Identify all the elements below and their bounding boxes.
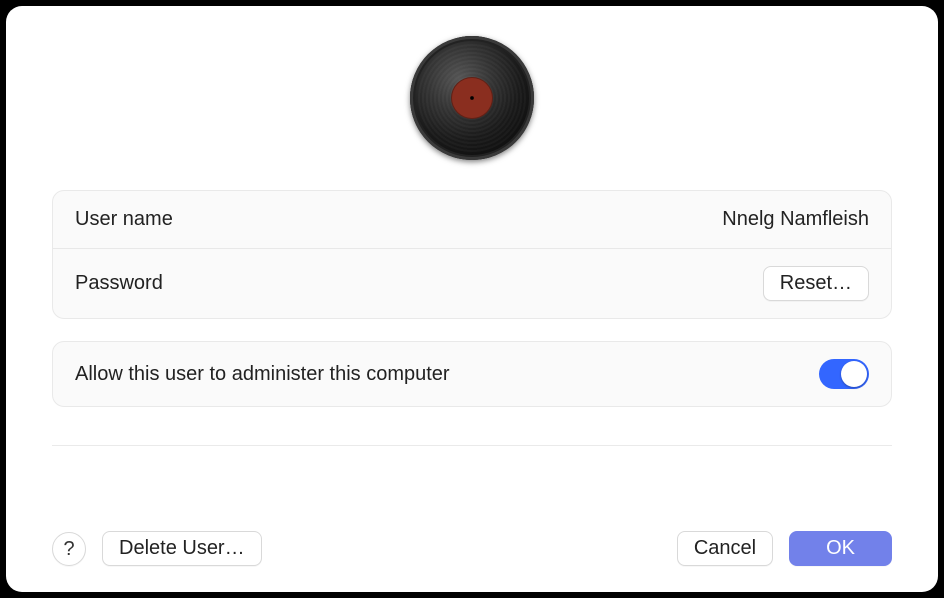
reset-password-button[interactable]: Reset… <box>763 266 869 301</box>
help-button[interactable]: ? <box>52 532 86 566</box>
dialog-content: User name Nnelg Namfleish Password Reset… <box>6 6 938 511</box>
admin-row: Allow this user to administer this compu… <box>53 342 891 406</box>
cancel-button[interactable]: Cancel <box>677 531 773 566</box>
admin-label: Allow this user to administer this compu… <box>75 363 450 386</box>
footer-left-group: ? Delete User… <box>52 531 262 566</box>
password-label: Password <box>75 272 163 295</box>
delete-user-button[interactable]: Delete User… <box>102 531 262 566</box>
user-credentials-card: User name Nnelg Namfleish Password Reset… <box>52 190 892 319</box>
footer-separator <box>52 445 892 446</box>
username-row: User name Nnelg Namfleish <box>53 191 891 248</box>
footer-right-group: Cancel OK <box>677 531 892 566</box>
dialog-footer: ? Delete User… Cancel OK <box>6 511 938 592</box>
ok-button[interactable]: OK <box>789 531 892 566</box>
admin-card: Allow this user to administer this compu… <box>52 341 892 407</box>
admin-toggle[interactable] <box>819 359 869 389</box>
username-value: Nnelg Namfleish <box>722 208 869 231</box>
user-avatar[interactable] <box>410 36 534 160</box>
user-settings-dialog: User name Nnelg Namfleish Password Reset… <box>6 6 938 592</box>
username-label: User name <box>75 208 173 231</box>
password-row: Password Reset… <box>53 248 891 318</box>
avatar-container <box>52 36 892 160</box>
